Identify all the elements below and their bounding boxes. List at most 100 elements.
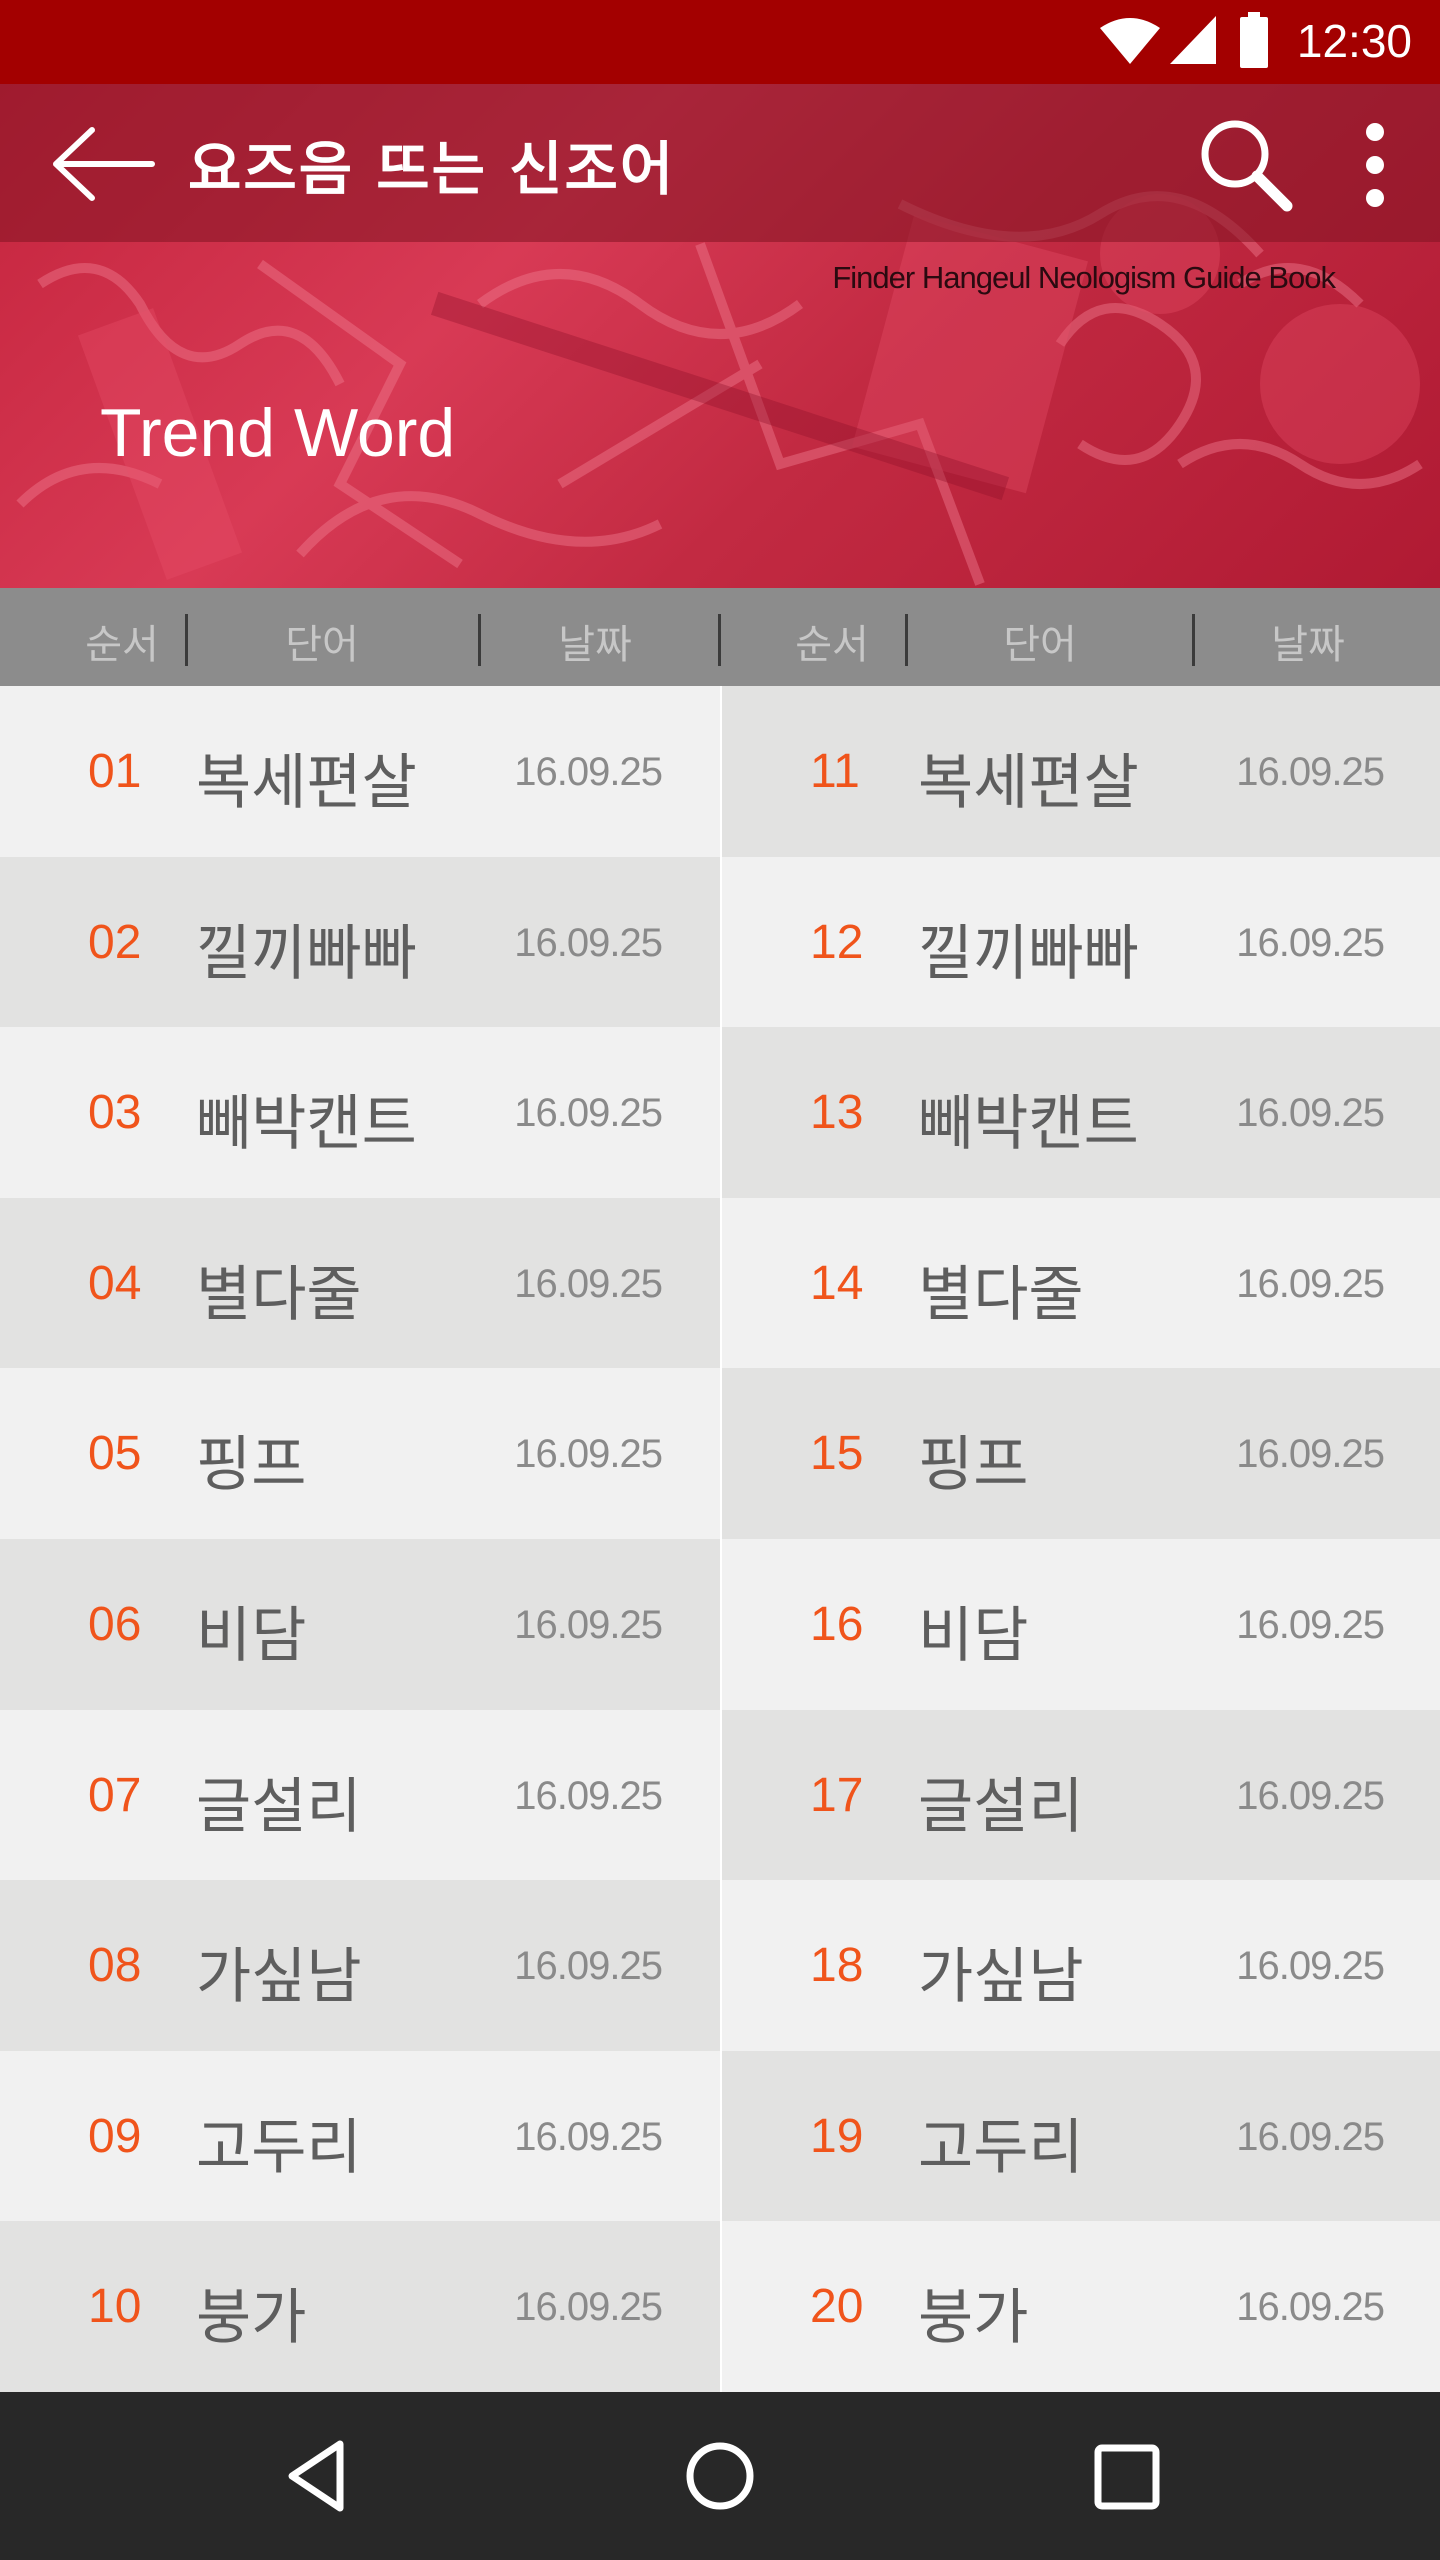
item-word: 빼박캔트: [196, 1089, 417, 1160]
item-word: 비담: [196, 1601, 307, 1671]
battery-icon: [1240, 12, 1268, 68]
item-word: 고두리: [918, 2112, 1084, 2183]
item-word: 별다줄: [196, 1259, 362, 1330]
book-subtitle: Finder Hangeul Neologism Guide Book: [832, 260, 1336, 295]
nav-back-icon[interactable]: [282, 2436, 348, 2516]
col-date-label: 날짜: [1271, 622, 1345, 668]
list-item[interactable]: 15 핑프 16.09.25: [722, 1368, 1440, 1539]
list-item[interactable]: 05 핑프 16.09.25: [0, 1368, 720, 1539]
list-item[interactable]: 08 가싶남 16.09.25: [0, 1880, 720, 2051]
list-item[interactable]: 20 붕가 16.09.25: [722, 2221, 1440, 2392]
item-date: 16.09.25: [514, 2114, 663, 2159]
item-word: 가싶남: [918, 1942, 1084, 2013]
column-header-left: 순서 단어 날짜: [0, 588, 721, 686]
item-number: 06: [88, 1598, 142, 1651]
column-header-right: 순서 단어 날짜: [720, 588, 1440, 686]
trend-word-list: 01 복세편살 16.09.25 02 낄끼빠빠 16.09.25 03 빼박캔트 16.0…: [0, 686, 1440, 2392]
item-number: 04: [88, 1256, 142, 1310]
item-number: 20: [810, 2280, 864, 2334]
nav-recents-icon[interactable]: [1092, 2442, 1162, 2512]
item-date: 16.09.25: [1236, 1261, 1385, 1306]
item-date: 16.09.25: [514, 2285, 663, 2330]
item-number: 17: [810, 1768, 864, 1822]
status-time: 12:30: [1296, 15, 1412, 67]
item-number: 19: [810, 2109, 864, 2163]
list-item[interactable]: 04 별다줄 16.09.25: [0, 1197, 720, 1369]
item-word: 글설리: [196, 1771, 362, 1842]
item-word: 핑프: [196, 1430, 307, 1501]
list-item[interactable]: 18 가싶남 16.09.25: [722, 1880, 1440, 2051]
status-bar: 12:30: [0, 0, 1440, 84]
signal-icon: [1170, 16, 1216, 64]
list-item[interactable]: 19 고두리 16.09.25: [722, 2050, 1440, 2222]
item-date: 16.09.25: [1236, 1773, 1385, 1818]
trend-title: Trend Word: [100, 395, 456, 471]
item-number: 18: [810, 1939, 864, 1993]
item-word: 비담: [918, 1601, 1029, 1671]
item-word: 붕가: [196, 2283, 307, 2354]
list-item[interactable]: 09 고두리 16.09.25: [0, 2050, 720, 2222]
item-date: 16.09.25: [1236, 1603, 1385, 1647]
item-number: 10: [88, 2280, 142, 2334]
item-number: 07: [88, 1768, 142, 1822]
item-number: 11: [810, 745, 860, 798]
list-item[interactable]: 06 비담 16.09.25: [0, 1539, 720, 1710]
col-word-label: 단어: [285, 622, 359, 668]
more-vert-icon[interactable]: [1350, 120, 1400, 210]
column-header: 순서 단어 날짜 순서 단어 날짜: [0, 588, 1440, 686]
col-separator: [185, 614, 188, 666]
item-date: 16.09.25: [514, 1603, 663, 1647]
nav-home-icon[interactable]: [680, 2436, 760, 2516]
item-word: 복세편살: [918, 748, 1139, 818]
item-number: 09: [88, 2109, 142, 2163]
list-column-left: 01 복세편살 16.09.25 02 낄끼빠빠 16.09.25 03 빼박캔트 16.0…: [0, 686, 720, 2392]
item-word: 별다줄: [918, 1259, 1084, 1330]
item-date: 16.09.25: [1236, 1432, 1385, 1477]
item-word: 고두리: [196, 2112, 362, 2183]
item-number: 14: [810, 1256, 864, 1310]
search-icon[interactable]: [1195, 114, 1295, 214]
list-item[interactable]: 03 빼박캔트 16.09.25: [0, 1027, 720, 1198]
col-separator: [478, 614, 481, 666]
item-date: 16.09.25: [514, 920, 663, 965]
list-item[interactable]: 16 비담 16.09.25: [722, 1539, 1440, 1710]
system-nav-bar: [0, 2392, 1440, 2560]
item-number: 01: [88, 745, 142, 798]
list-item[interactable]: 11 복세편살 16.09.25: [722, 686, 1440, 857]
item-date: 16.09.25: [514, 750, 663, 794]
item-date: 16.09.25: [1236, 1944, 1385, 1989]
item-word: 낄끼빠빠: [918, 918, 1139, 989]
list-item[interactable]: 12 낄끼빠빠 16.09.25: [722, 856, 1440, 1028]
col-separator: [905, 614, 908, 666]
item-date: 16.09.25: [514, 1432, 663, 1477]
item-date: 16.09.25: [1236, 920, 1385, 965]
list-column-right: 11 복세편살 16.09.25 12 낄끼빠빠 16.09.25 13 빼박캔트 16.0…: [720, 686, 1440, 2392]
list-item[interactable]: 01 복세편살 16.09.25: [0, 686, 720, 857]
item-number: 03: [88, 1086, 142, 1140]
item-word: 복세편살: [196, 748, 417, 818]
list-item[interactable]: 14 별다줄 16.09.25: [722, 1197, 1440, 1369]
list-item[interactable]: 07 글설리 16.09.25: [0, 1709, 720, 1881]
item-date: 16.09.25: [1236, 2114, 1385, 2159]
wifi-icon: [1100, 18, 1160, 64]
list-item[interactable]: 02 낄끼빠빠 16.09.25: [0, 856, 720, 1028]
header-banner: 요즈음 뜨는 신조어 Finder Hangeul Neologism Guid…: [0, 84, 1440, 588]
list-item[interactable]: 13 빼박캔트 16.09.25: [722, 1027, 1440, 1198]
item-date: 16.09.25: [514, 1261, 663, 1306]
item-number: 12: [810, 915, 864, 969]
col-order-label: 순서: [85, 622, 159, 668]
list-item[interactable]: 17 글설리 16.09.25: [722, 1709, 1440, 1881]
item-word: 가싶남: [196, 1942, 362, 2013]
toolbar: 요즈음 뜨는 신조어: [0, 84, 1440, 242]
col-separator: [1192, 614, 1195, 666]
item-date: 16.09.25: [1236, 2285, 1385, 2330]
back-arrow-icon[interactable]: [48, 124, 158, 204]
item-number: 16: [810, 1598, 864, 1651]
list-item[interactable]: 10 붕가 16.09.25: [0, 2221, 720, 2392]
item-word: 낄끼빠빠: [196, 918, 417, 989]
col-date-label: 날짜: [558, 622, 632, 668]
item-number: 02: [88, 915, 142, 969]
item-word: 글설리: [918, 1771, 1084, 1842]
item-number: 08: [88, 1939, 142, 1993]
item-date: 16.09.25: [514, 1944, 663, 1989]
